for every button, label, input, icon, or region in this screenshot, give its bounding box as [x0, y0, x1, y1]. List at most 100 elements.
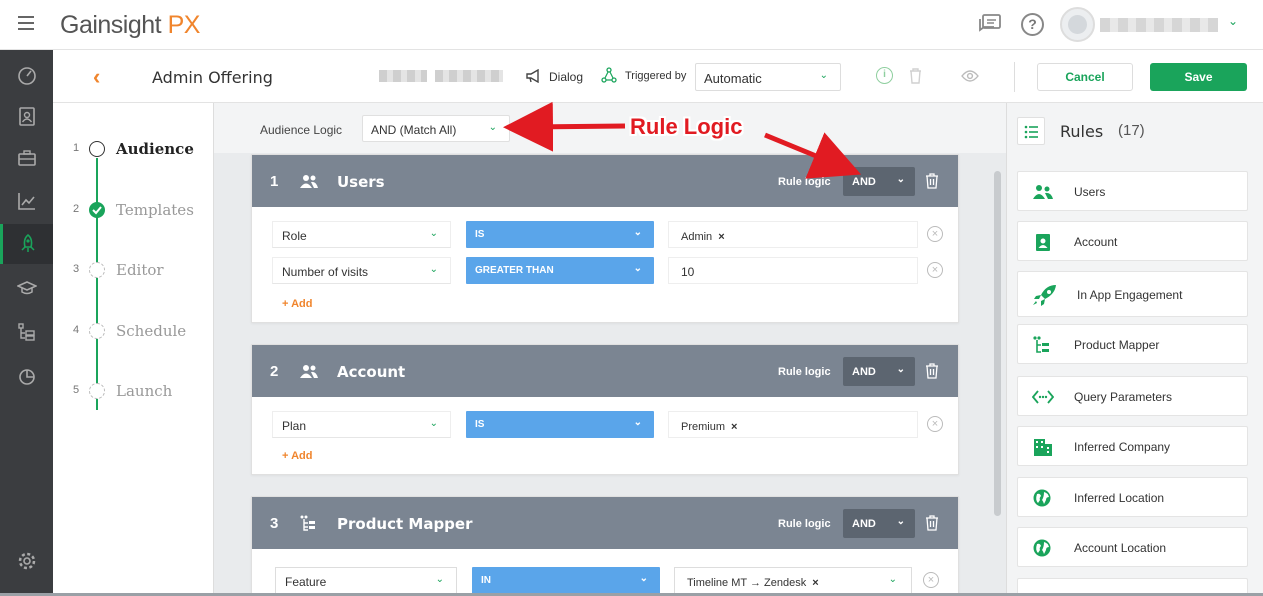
condition-value-input[interactable]: Admin × [668, 221, 918, 248]
rule-item-label: Users [1074, 185, 1106, 199]
audience-logic-value: AND (Match All) [371, 123, 457, 137]
condition-operator-select[interactable]: IN ⌄ [472, 567, 660, 594]
condition-field-select[interactable]: Role ⌄ [272, 221, 451, 248]
condition-operator-value: IS [475, 419, 485, 430]
step-circle-icon [89, 141, 105, 157]
value-chip: Timeline MT → Zendesk × [687, 577, 819, 589]
info-icon[interactable]: i [876, 67, 893, 84]
nav-engagements[interactable] [0, 224, 53, 264]
save-button[interactable]: Save [1150, 63, 1247, 91]
step-circle-icon [89, 323, 105, 339]
rule-item-inferred-location[interactable]: Inferred Location [1017, 477, 1248, 517]
remove-condition-icon[interactable]: × [927, 262, 943, 278]
condition-field-value: Plan [282, 419, 307, 433]
audience-logic-bar: Audience Logic AND (Match All) ⌄ [214, 103, 1007, 153]
rule-item-users[interactable]: Users [1017, 171, 1248, 211]
help-icon[interactable]: ? [1021, 13, 1044, 36]
chat-icon[interactable] [978, 13, 1002, 35]
condition-value-input[interactable]: Premium × [668, 411, 918, 438]
product-mapper-icon [300, 515, 315, 531]
eye-icon[interactable] [961, 70, 979, 82]
nav-reports[interactable] [0, 96, 53, 136]
audience-rules-area: Audience Logic AND (Match All) ⌄ 1 Users… [213, 103, 1007, 596]
rule-item-account[interactable]: Account [1017, 221, 1248, 261]
trash-icon[interactable] [909, 68, 922, 84]
chevron-down-icon: ⌄ [429, 228, 438, 239]
back-arrow-icon[interactable]: ‹ [93, 64, 100, 90]
list-icon[interactable] [1017, 117, 1045, 145]
rule-item-query-parameters[interactable]: Query Parameters [1017, 376, 1248, 416]
chevron-down-icon: ⌄ [633, 263, 642, 274]
trash-icon[interactable] [925, 363, 939, 379]
rule-logic-select[interactable]: AND ⌄ [843, 167, 915, 196]
audience-logic-select[interactable]: AND (Match All) ⌄ [362, 115, 510, 142]
condition-operator-select[interactable]: IS ⌄ [466, 411, 654, 438]
step-label: Templates [116, 201, 194, 219]
trash-icon[interactable] [925, 515, 939, 531]
avatar[interactable] [1060, 7, 1095, 42]
nav-accounts[interactable] [0, 138, 53, 178]
condition-field-value: Feature [285, 575, 327, 589]
chevron-down-icon: ⌄ [896, 516, 905, 527]
rule-item-in-app-engagement[interactable]: In App Engagement [1017, 271, 1248, 317]
condition-field-select[interactable]: Feature ⌄ [275, 567, 457, 594]
step-number: 5 [73, 384, 80, 396]
remove-condition-icon[interactable]: × [927, 226, 943, 242]
trigger-icon [601, 67, 617, 83]
rule-item-label: Product Mapper [1074, 338, 1160, 352]
engagement-header: ‹ Admin Offering Dialog Triggered by Aut… [53, 50, 1263, 103]
add-condition-link[interactable]: + Add [282, 298, 312, 310]
condition-value-input[interactable]: 10 [668, 257, 918, 284]
nav-knowledge[interactable] [0, 268, 53, 308]
users-icon [1033, 185, 1053, 199]
condition-operator-value: IN [481, 575, 491, 586]
condition-field-select[interactable]: Number of visits ⌄ [272, 257, 451, 284]
rule-item-label: Account [1074, 235, 1118, 249]
nav-analytics[interactable] [0, 181, 53, 221]
scrollbar[interactable] [994, 171, 1001, 516]
user-name-redacted [1100, 18, 1218, 32]
condition-operator-select[interactable]: IS ⌄ [466, 221, 654, 248]
close-icon[interactable]: × [718, 231, 724, 243]
hamburger-menu-icon[interactable] [18, 16, 34, 30]
app-logo[interactable]: Gainsight PX [60, 11, 200, 40]
pie-chart-icon [18, 369, 35, 385]
condition-operator-value: GREATER THAN [475, 265, 554, 276]
remove-condition-icon[interactable]: × [923, 572, 939, 588]
gauge-icon [17, 67, 36, 85]
rule-item-inferred-company[interactable]: Inferred Company [1017, 426, 1248, 466]
wizard-steps: 1 Audience 2 Templates 3 Editor 4 Schedu… [53, 103, 213, 596]
rule-logic-select[interactable]: AND ⌄ [843, 509, 915, 538]
top-bar: Gainsight PX ? ⌄ [0, 0, 1263, 50]
rule-item-product-mapper[interactable]: Product Mapper [1017, 324, 1248, 364]
rule-card-title: Account [337, 363, 406, 381]
chevron-down-icon: ⌄ [633, 227, 642, 238]
rule-item-label: Inferred Company [1074, 440, 1171, 454]
condition-field-value: Number of visits [282, 265, 369, 279]
trigger-select[interactable]: Automatic ⌄ [695, 63, 841, 91]
condition-operator-select[interactable]: GREATER THAN ⌄ [466, 257, 654, 284]
nav-pie[interactable] [0, 356, 53, 396]
chevron-down-icon: ⌄ [429, 264, 438, 275]
rule-item-label: In App Engagement [1077, 288, 1183, 302]
nav-product-mapper[interactable] [0, 312, 53, 352]
condition-value-input[interactable]: Timeline MT → Zendesk × ⌄ [674, 567, 912, 594]
nav-dashboard[interactable] [0, 55, 53, 95]
value-chip: Premium × [681, 421, 737, 433]
chevron-down-icon[interactable]: ⌄ [1228, 14, 1238, 28]
close-icon[interactable]: × [812, 577, 818, 589]
nav-settings[interactable] [0, 541, 53, 581]
condition-field-select[interactable]: Plan ⌄ [272, 411, 451, 438]
rule-logic-annotation: Rule Logic [630, 114, 743, 139]
remove-condition-icon[interactable]: × [927, 416, 943, 432]
step-label: Editor [116, 261, 164, 279]
rule-logic-select[interactable]: AND ⌄ [843, 357, 915, 386]
cancel-button[interactable]: Cancel [1037, 63, 1133, 91]
rule-item-account-location[interactable]: Account Location [1017, 527, 1248, 567]
trash-icon[interactable] [925, 173, 939, 189]
add-condition-link[interactable]: + Add [282, 450, 312, 462]
graduation-cap-icon [16, 281, 37, 295]
briefcase-icon [17, 150, 36, 166]
close-icon[interactable]: × [731, 421, 737, 433]
rule-logic-label: Rule logic [778, 366, 831, 378]
